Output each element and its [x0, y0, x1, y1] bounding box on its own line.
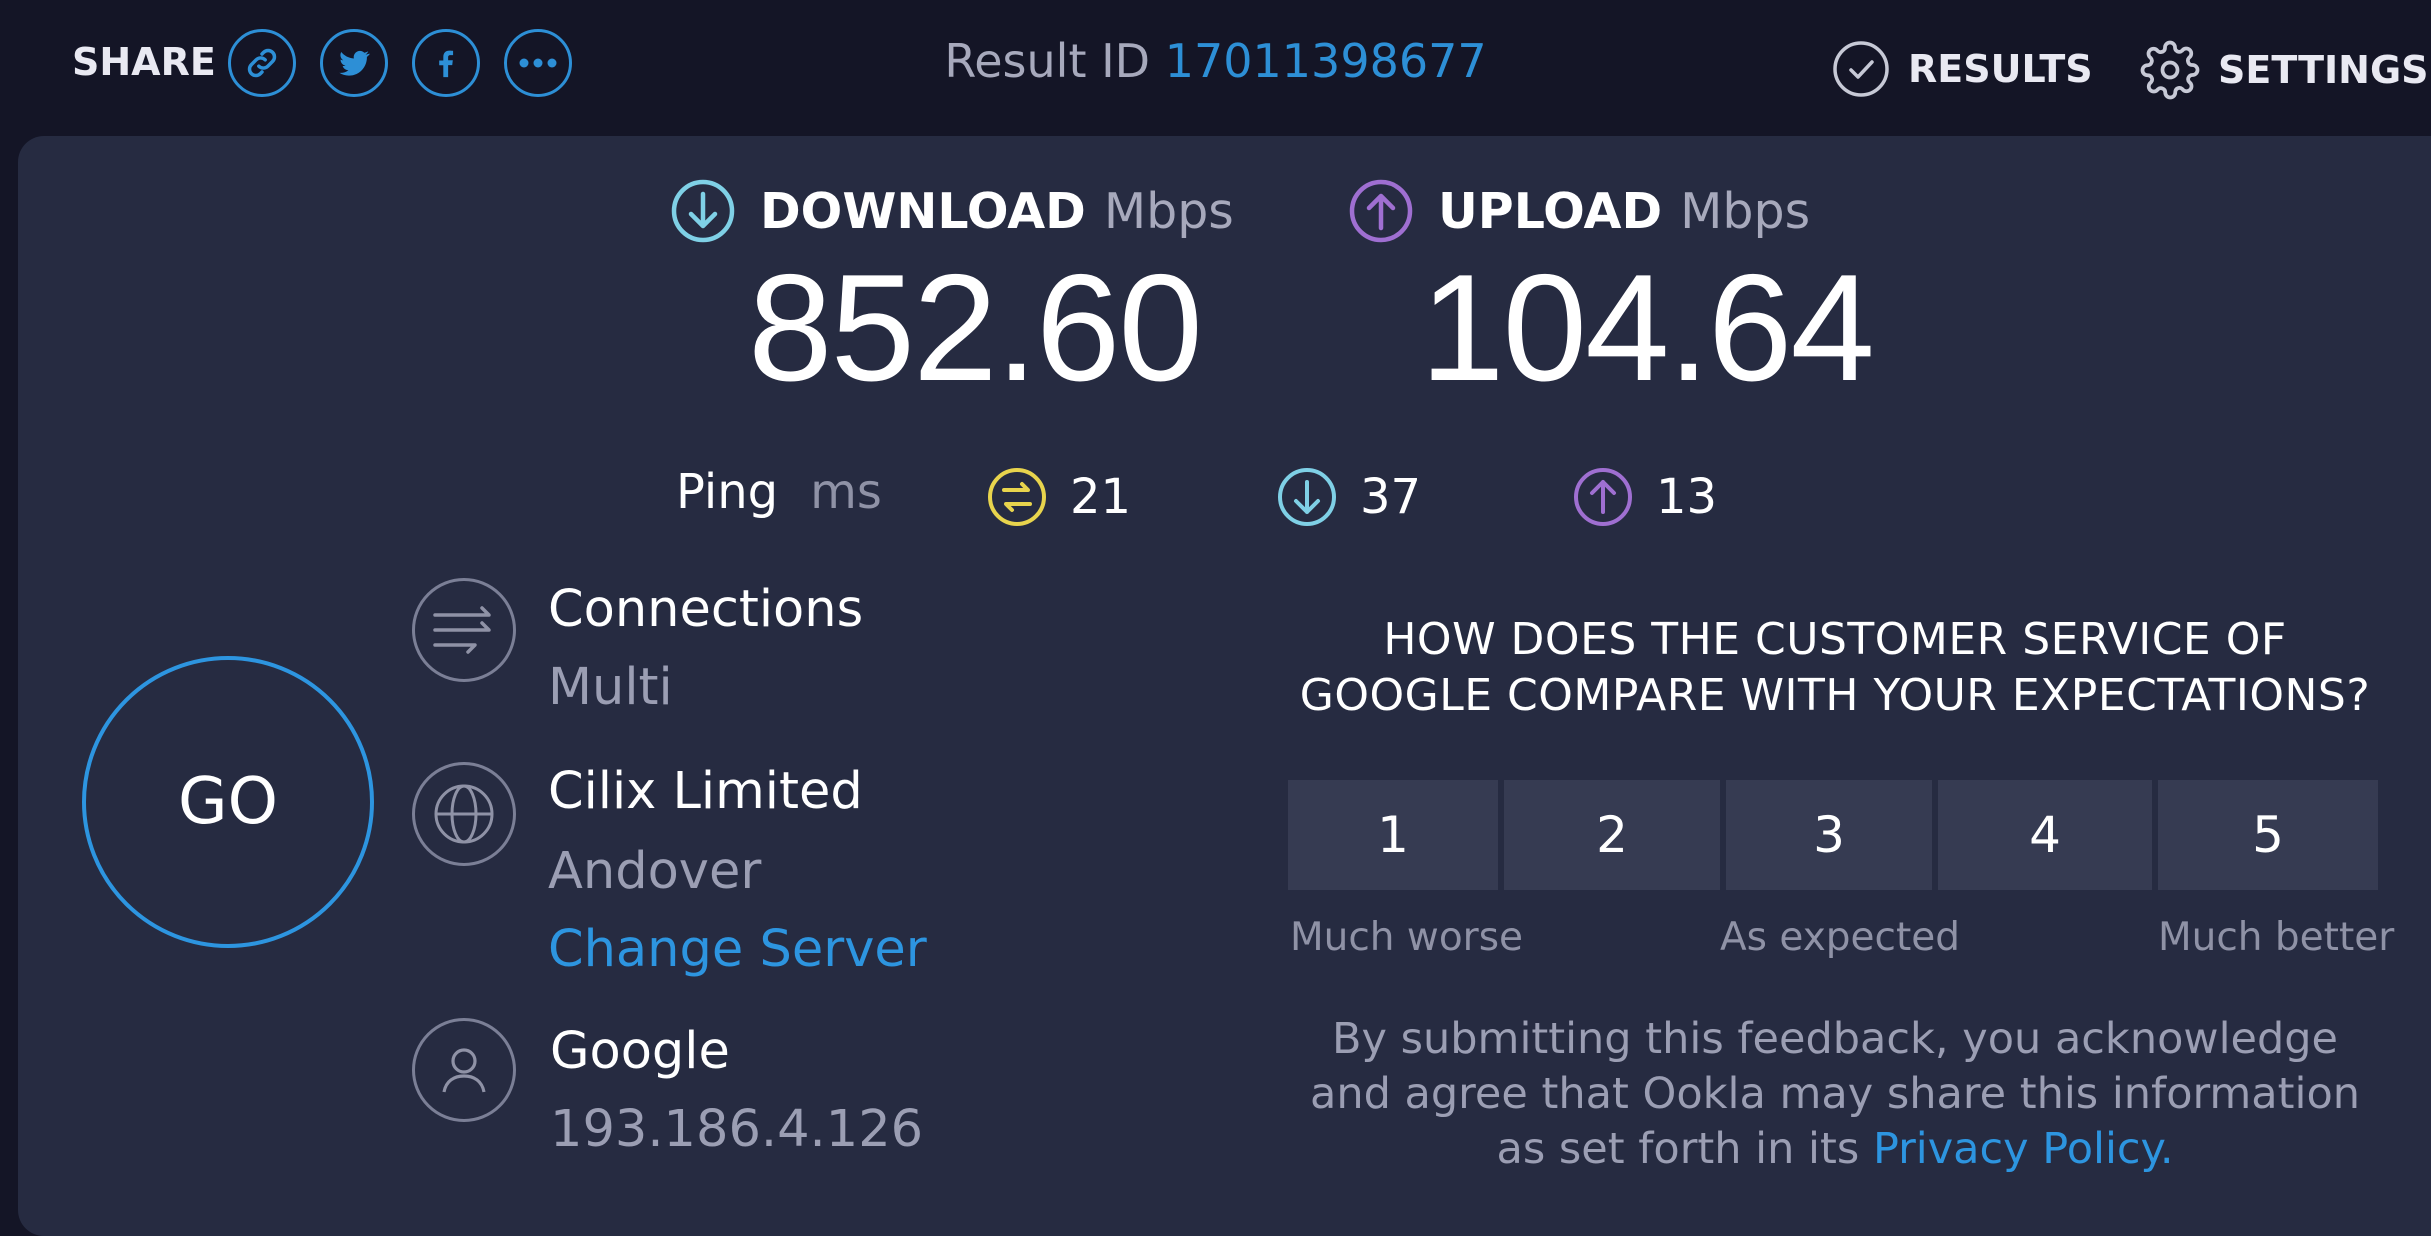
connections-icon: [412, 578, 516, 682]
results-label: RESULTS: [1908, 47, 2093, 91]
rating-option-5[interactable]: 5: [2158, 780, 2378, 890]
settings-button[interactable]: SETTINGS: [2140, 40, 2429, 100]
check-circle-icon: [1833, 41, 1889, 97]
download-label: DOWNLOAD: [760, 182, 1086, 240]
upload-arrow-icon: [1349, 179, 1413, 243]
idle-latency-icon: [988, 468, 1046, 526]
connections-value: Multi: [548, 658, 673, 717]
rating-option-4[interactable]: 4: [1938, 780, 2152, 890]
globe-icon: [412, 762, 516, 866]
scale-mid-label: As expected: [1720, 915, 1961, 960]
gear-icon: [2140, 40, 2200, 100]
result-id-label: Result ID: [944, 34, 1151, 88]
ping-download: 37: [1276, 466, 1421, 528]
ping-unit: ms: [810, 464, 882, 520]
survey-question: HOW DOES THE CUSTOMER SERVICE OF GOOGLE …: [1299, 614, 2371, 721]
download-header: DOWNLOAD Mbps: [670, 178, 1234, 244]
rating-option-3[interactable]: 3: [1726, 780, 1932, 890]
provider-name: Google: [550, 1022, 730, 1081]
settings-label: SETTINGS: [2218, 48, 2429, 92]
upload-unit: Mbps: [1680, 182, 1811, 240]
ping-upload: 13: [1572, 466, 1717, 528]
upload-value: 104.64: [1420, 243, 1875, 413]
result-id-link[interactable]: 17011398677: [1165, 34, 1487, 88]
connections-title: Connections: [548, 580, 864, 639]
upload-label: UPLOAD: [1438, 182, 1663, 240]
download-value: 852.60: [748, 243, 1203, 413]
ping-download-value: 37: [1360, 469, 1422, 525]
download-arrow-icon: [671, 179, 735, 243]
feedback-disclaimer: By submitting this feedback, you acknowl…: [1290, 1012, 2380, 1177]
rating-option-1[interactable]: 1: [1288, 780, 1498, 890]
ping-label: Ping: [676, 464, 779, 520]
upload-header: UPLOAD Mbps: [1348, 178, 1810, 244]
user-icon: [412, 1018, 516, 1122]
scale-high-label: Much better: [2158, 915, 2395, 960]
ping-idle-value: 21: [1070, 469, 1132, 525]
rating-option-2[interactable]: 2: [1504, 780, 1720, 890]
scale-low-label: Much worse: [1290, 915, 1524, 960]
ping-upload-value: 13: [1656, 469, 1718, 525]
download-unit: Mbps: [1103, 182, 1234, 240]
privacy-policy-link[interactable]: Privacy Policy.: [1873, 1124, 2174, 1174]
download-latency-icon: [1278, 468, 1336, 526]
upload-latency-icon: [1574, 468, 1632, 526]
results-button[interactable]: RESULTS: [1832, 40, 2093, 98]
provider-ip: 193.186.4.126: [550, 1100, 924, 1159]
server-location: Andover: [548, 842, 762, 901]
ping-header: Ping ms: [676, 464, 882, 520]
server-name: Cilix Limited: [548, 762, 863, 821]
change-server-link[interactable]: Change Server: [548, 920, 927, 979]
go-button[interactable]: GO: [82, 656, 374, 948]
disclaimer-text: By submitting this feedback, you acknowl…: [1309, 1014, 2361, 1174]
ping-idle: 21: [986, 466, 1131, 528]
